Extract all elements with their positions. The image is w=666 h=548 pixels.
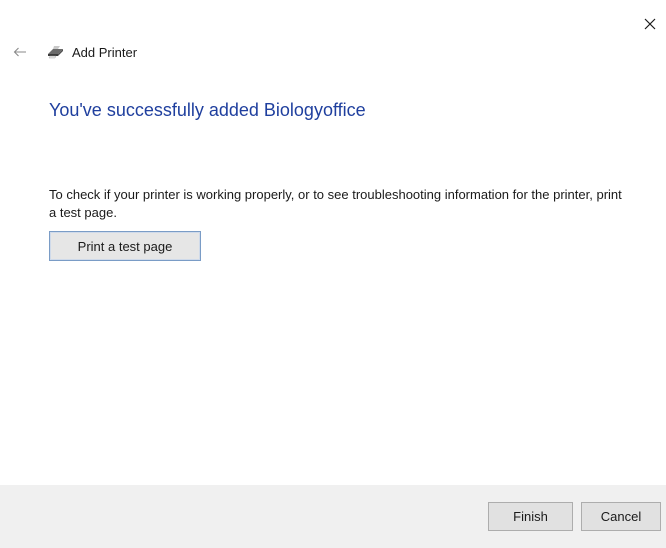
test-page-description: To check if your printer is working prop… bbox=[49, 187, 622, 220]
title-bar: Add Printer bbox=[12, 42, 137, 62]
close-button[interactable] bbox=[640, 14, 660, 34]
close-icon bbox=[644, 18, 656, 30]
window-title: Add Printer bbox=[72, 44, 138, 60]
cancel-button[interactable]: Cancel bbox=[581, 502, 661, 531]
success-heading: You've successfully added Biologyoffice bbox=[49, 100, 366, 120]
back-button[interactable] bbox=[12, 44, 28, 60]
printer-icon bbox=[46, 45, 66, 59]
back-arrow-icon bbox=[13, 47, 26, 57]
footer-bar: Finish Cancel bbox=[0, 485, 666, 548]
finish-button[interactable]: Finish bbox=[488, 502, 573, 531]
print-test-page-button[interactable]: Print a test page bbox=[49, 231, 201, 261]
add-printer-window: Add Printer You've successfully added Bi… bbox=[0, 0, 666, 548]
